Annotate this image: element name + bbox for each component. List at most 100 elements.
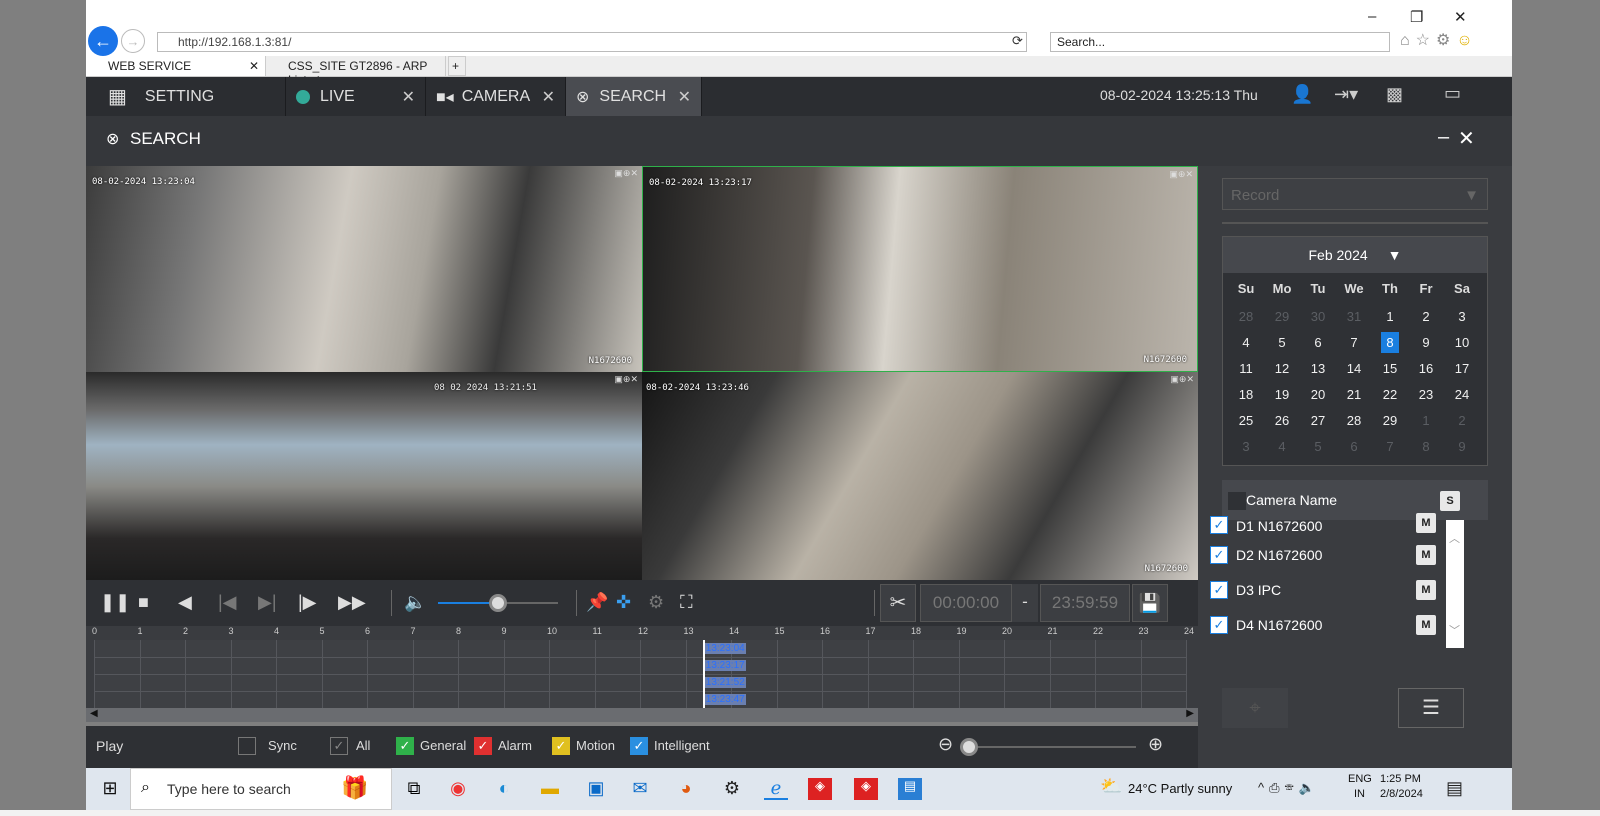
home-icon[interactable]: ⌂ xyxy=(1400,32,1416,49)
calendar-day[interactable]: 21 xyxy=(1336,381,1372,407)
qr-code-icon[interactable]: ▩ xyxy=(1386,84,1403,105)
calendar-day[interactable]: 10 xyxy=(1444,329,1480,355)
calendar-day[interactable]: 1 xyxy=(1372,303,1408,329)
user-icon[interactable]: 👤 xyxy=(1291,84,1313,105)
tile-controls[interactable]: ▣⊕✕ xyxy=(1169,169,1193,180)
calendar-day[interactable]: 28 xyxy=(1336,407,1372,433)
calendar-day[interactable]: 5 xyxy=(1264,329,1300,355)
calendar-day[interactable]: 24 xyxy=(1444,381,1480,407)
timeline-grid[interactable]: 13:23:04 13:23:17 13:21:52 13:23:47 xyxy=(94,640,1187,708)
close-icon[interactable]: ✕ xyxy=(402,87,415,107)
tile-controls[interactable]: ▣⊕✕ xyxy=(614,168,638,179)
calendar-day[interactable]: 8 xyxy=(1372,329,1408,355)
task-view-icon[interactable]: ⧉ xyxy=(402,778,426,800)
stream-select-button[interactable]: S xyxy=(1440,491,1460,511)
file-explorer-icon[interactable]: ▬ xyxy=(538,778,562,800)
taskbar-search[interactable]: ⌕ Type here to search 🎁 xyxy=(130,768,392,810)
clip-start-field[interactable]: 00:00:00 xyxy=(920,584,1012,622)
calendar-day[interactable]: 23 xyxy=(1408,381,1444,407)
calendar-day[interactable]: 3 xyxy=(1228,433,1264,459)
calendar-day[interactable]: 28 xyxy=(1228,303,1264,329)
camera-stream-button[interactable]: M xyxy=(1416,580,1436,600)
calendar-day[interactable]: 20 xyxy=(1300,381,1336,407)
back-button[interactable]: ← xyxy=(88,26,118,56)
next-frame-icon[interactable]: ▶| xyxy=(258,592,277,613)
camera-stream-button[interactable]: M xyxy=(1416,615,1436,635)
logout-icon[interactable]: ⇥▾ xyxy=(1334,84,1358,105)
calendar-day[interactable]: 13 xyxy=(1300,355,1336,381)
star-icon[interactable]: ☆ xyxy=(1416,32,1436,49)
sync-checkbox[interactable] xyxy=(238,737,256,755)
calendar-day[interactable]: 14 xyxy=(1336,355,1372,381)
language-indicator[interactable]: ENG xyxy=(1348,773,1372,785)
tile-controls[interactable]: ▣⊕✕ xyxy=(614,374,638,385)
calendar-day[interactable]: 22 xyxy=(1372,381,1408,407)
filter-checkbox[interactable]: ✓ xyxy=(474,737,492,755)
filter-checkbox[interactable]: ✓ xyxy=(396,737,414,755)
calendar-day[interactable]: 7 xyxy=(1372,433,1408,459)
camera-stream-button[interactable]: M xyxy=(1416,545,1436,565)
tab-live[interactable]: LIVE ✕ xyxy=(286,77,426,116)
internet-explorer-icon[interactable]: ℯ xyxy=(764,778,788,800)
address-bar[interactable]: http://192.168.1.3:81/ xyxy=(157,32,1027,52)
zoom-in-icon[interactable]: ⊕ xyxy=(1148,734,1163,755)
remote-app-icon[interactable]: ▤ xyxy=(898,778,922,800)
calendar-day[interactable]: 12 xyxy=(1264,355,1300,381)
browser-tab-arp-list[interactable]: CSS_SITE GT2896 - ARP List at ... xyxy=(266,56,446,87)
calendar-day[interactable]: 3 xyxy=(1444,303,1480,329)
camera-checkbox[interactable]: ✓ xyxy=(1210,546,1228,564)
refresh-icon[interactable]: ⟳ xyxy=(1012,33,1023,49)
volume-icon[interactable]: 🔈 xyxy=(404,592,426,613)
weather-text[interactable]: 24°C Partly sunny xyxy=(1128,781,1232,796)
clock-time[interactable]: 1:25 PM xyxy=(1380,773,1421,785)
chrome-icon[interactable]: ◉ xyxy=(446,778,470,800)
calendar-day[interactable]: 18 xyxy=(1228,381,1264,407)
tile-controls[interactable]: ▣⊕✕ xyxy=(1170,374,1194,385)
calendar-day[interactable]: 26 xyxy=(1264,407,1300,433)
close-icon[interactable]: ✕ xyxy=(678,87,691,107)
pause-icon[interactable]: ❚❚ xyxy=(100,592,130,613)
restore-button[interactable]: ❐ xyxy=(1410,8,1423,26)
calendar-day[interactable]: 29 xyxy=(1372,407,1408,433)
zoom-slider[interactable] xyxy=(960,738,1136,756)
notifications-icon[interactable]: ▤ xyxy=(1446,778,1463,799)
tab-camera[interactable]: ■◂ CAMERA ✕ xyxy=(426,77,566,116)
clip-end-field[interactable]: 23:59:59 xyxy=(1040,584,1130,622)
chevron-down-icon[interactable]: ▼ xyxy=(1388,247,1402,263)
calendar-day[interactable]: 8 xyxy=(1408,433,1444,459)
record-type-select[interactable]: Record ▼ xyxy=(1222,178,1488,210)
camera-row[interactable]: ✓ D1 N1672600 xyxy=(1210,508,1322,534)
new-tab-button[interactable]: + xyxy=(448,56,466,76)
display-icon[interactable]: ▭ xyxy=(1444,83,1461,104)
camera-checkbox[interactable]: ✓ xyxy=(1210,616,1228,634)
system-tray-icons[interactable]: ^⎙☏🔈 xyxy=(1258,780,1320,796)
timeline-scrollbar[interactable]: ◀ ▶ xyxy=(86,708,1198,722)
mail-icon[interactable]: ✉ xyxy=(628,778,652,800)
zoom-knob[interactable] xyxy=(960,738,978,756)
camera-row[interactable]: ✓ D4 N1672600 xyxy=(1210,610,1322,640)
calendar-day[interactable]: 2 xyxy=(1408,303,1444,329)
dvr-app-icon-2[interactable]: ◈ xyxy=(854,778,878,800)
calendar-day[interactable]: 1 xyxy=(1408,407,1444,433)
camera-row[interactable]: ✓ D2 N1672600 xyxy=(1210,540,1322,570)
calendar-day[interactable]: 29 xyxy=(1264,303,1300,329)
calendar-day[interactable]: 31 xyxy=(1336,303,1372,329)
calendar-day[interactable]: 17 xyxy=(1444,355,1480,381)
calendar-day[interactable]: 7 xyxy=(1336,329,1372,355)
dvr-app-icon[interactable]: ◈ xyxy=(808,778,832,800)
smart-search-icon[interactable]: ✜ xyxy=(616,592,631,613)
camera-checkbox[interactable]: ✓ xyxy=(1210,516,1228,534)
save-clip-button[interactable]: 💾 xyxy=(1132,584,1168,622)
calendar-day[interactable]: 4 xyxy=(1264,433,1300,459)
firefox-icon[interactable]: ◕ xyxy=(674,778,698,800)
close-icon[interactable]: ✕ xyxy=(249,59,259,73)
reverse-play-icon[interactable]: ◀ xyxy=(178,592,192,613)
close-icon[interactable]: ✕ xyxy=(542,87,555,107)
calendar-day[interactable]: 5 xyxy=(1300,433,1336,459)
filter-checkbox[interactable]: ✓ xyxy=(552,737,570,755)
filter-checkbox[interactable]: ✓ xyxy=(630,737,648,755)
calendar-day[interactable]: 16 xyxy=(1408,355,1444,381)
minimize-button[interactable]: – xyxy=(1368,8,1376,25)
calendar-day[interactable]: 2 xyxy=(1444,407,1480,433)
ivs-icon[interactable]: ⚙ xyxy=(648,592,664,613)
